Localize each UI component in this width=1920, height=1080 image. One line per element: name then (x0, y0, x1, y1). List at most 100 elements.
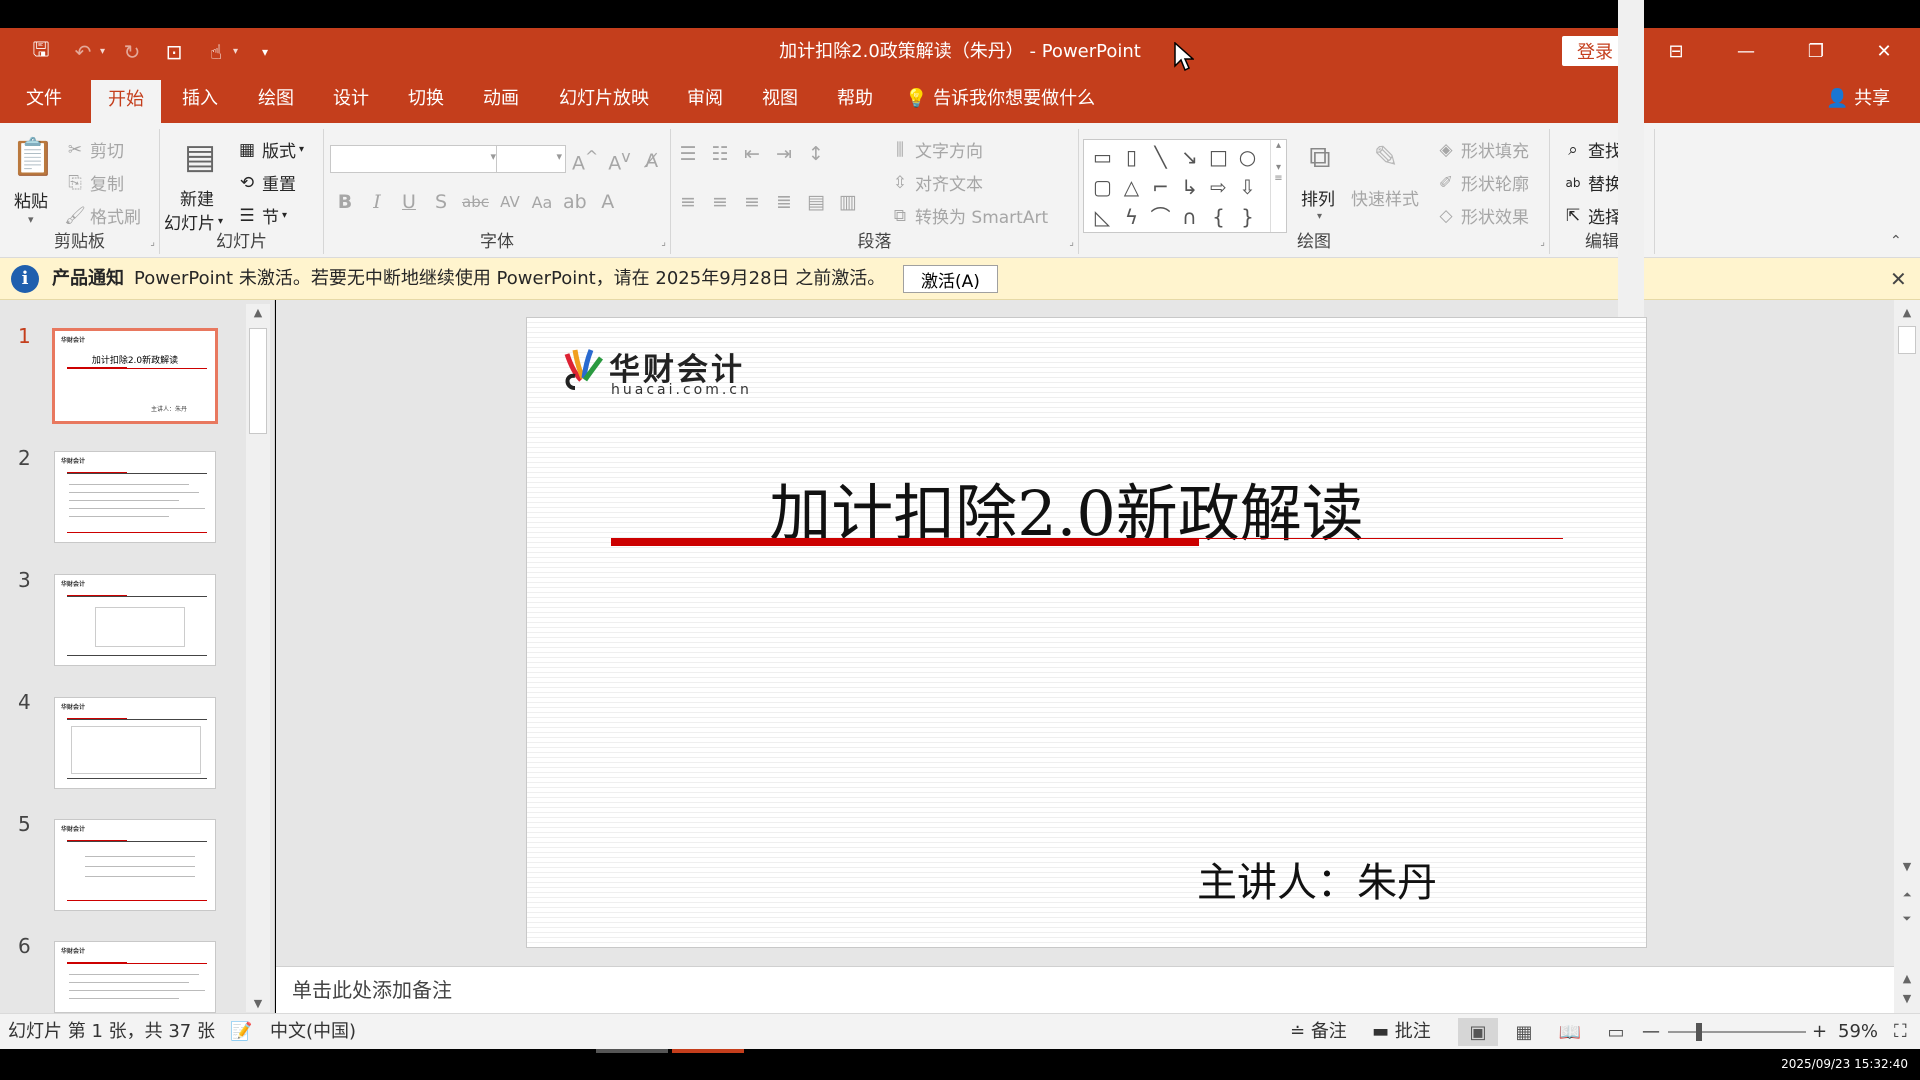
smartart-button[interactable]: ⧉ 转换为 SmartArt (889, 203, 1048, 229)
line-shape-icon[interactable]: ╲ (1146, 142, 1175, 172)
line-spacing-icon[interactable]: ↕ (805, 143, 827, 165)
new-slide-icon[interactable]: ▤ (176, 133, 224, 181)
copy-button[interactable]: ⎘ 复制 (64, 170, 124, 196)
font-color-icon[interactable]: A (597, 191, 619, 213)
save-icon[interactable]: 🖫 (26, 37, 56, 67)
slide-canvas[interactable]: 华财会计 huacai.com.cn 加计扣除2.0新政解读 主讲人：朱丹 (526, 317, 1647, 948)
thumbnails-scrollbar[interactable]: ▲ ▼ (246, 304, 270, 1012)
increase-indent-icon[interactable]: ⇥ (773, 143, 795, 165)
shape-outline-button[interactable]: ✐ 形状轮廓 (1435, 170, 1529, 196)
scroll-down-icon[interactable]: ▼ (246, 997, 270, 1010)
elbow-connector-shape-icon[interactable]: ⌐ (1146, 172, 1175, 202)
drawing-launcher-icon[interactable]: ⌟ (1540, 237, 1545, 248)
slide-thumbnail-6[interactable]: 华财会计 (54, 941, 216, 1013)
slide-thumbnail-4[interactable]: 华财会计 (54, 697, 216, 789)
quick-styles-button[interactable]: 快速样式 (1351, 185, 1419, 210)
collapse-ribbon-icon[interactable]: ⌃ (1890, 233, 1902, 249)
taskbar-powerpoint-indicator[interactable] (672, 1049, 744, 1053)
restore-icon[interactable]: ❐ (1788, 28, 1844, 75)
arrange-icon[interactable]: ⧉ (1297, 135, 1343, 179)
arrange-dropdown-icon[interactable]: ▾ (1317, 211, 1322, 222)
vertical-textbox-shape-icon[interactable]: ▯ (1117, 142, 1146, 172)
touch-mode-dropdown-icon[interactable]: ▾ (233, 46, 238, 57)
editor-scrollbar[interactable]: ▲ ▼ ⏶ ⏷ (1894, 300, 1920, 966)
align-left-icon[interactable]: ≡ (677, 191, 699, 213)
normal-view-icon[interactable]: ▣ (1458, 1018, 1498, 1046)
section-button[interactable]: ☰ 节 ▾ (236, 203, 287, 229)
align-text-button[interactable]: ⇳ 对齐文本 (889, 170, 983, 196)
tab-insert[interactable]: 插入 (174, 75, 226, 123)
spelling-check-icon[interactable]: 📝 (230, 1014, 252, 1050)
language-indicator[interactable]: 中文(中国) (270, 1014, 356, 1050)
char-spacing-icon[interactable]: AV (499, 193, 521, 211)
undo-icon[interactable]: ↶ (68, 37, 98, 67)
shapes-gallery[interactable]: ▭ ▯ ╲ ↘ □ ○ ▢ △ ⌐ ↳ ⇨ ⇩ ◺ ϟ ⌒ ∩ { } ▴ ▾ ≡ (1083, 139, 1287, 233)
change-case-icon[interactable]: Aa (531, 193, 553, 212)
font-name-combo[interactable] (330, 145, 500, 173)
shapes-gallery-scroll[interactable]: ▴ ▾ ≡ (1270, 140, 1286, 232)
tab-review[interactable]: 审阅 (679, 75, 731, 123)
tab-draw[interactable]: 绘图 (250, 75, 302, 123)
tab-help[interactable]: 帮助 (829, 75, 881, 123)
ribbon-display-options-icon[interactable]: ⊟ (1648, 28, 1704, 75)
zoom-in-icon[interactable]: + (1812, 1014, 1827, 1050)
previous-slide-icon[interactable]: ⏶ (1894, 888, 1920, 902)
redo-icon[interactable]: ↻ (117, 37, 147, 67)
cut-button[interactable]: ✂ 剪切 (64, 137, 124, 163)
editor-scroll-thumb[interactable] (1898, 326, 1916, 354)
clear-formatting-icon[interactable]: A̸ (641, 150, 663, 172)
align-center-icon[interactable]: ≡ (709, 191, 731, 213)
reading-view-icon[interactable]: 📖 (1550, 1018, 1590, 1046)
tab-transitions[interactable]: 切换 (400, 75, 452, 123)
underline-icon[interactable]: U (398, 191, 420, 213)
activate-button[interactable]: 激活(A) (903, 265, 998, 293)
fit-to-window-icon[interactable]: ⛶ (1894, 1014, 1907, 1050)
taskbar-app-indicator[interactable] (596, 1049, 668, 1053)
bullets-icon[interactable]: ☰ (677, 143, 699, 165)
tab-home[interactable]: 开始 (91, 80, 161, 123)
touch-mode-icon[interactable]: ☝ (201, 37, 231, 67)
paste-icon[interactable]: 📋 (10, 133, 56, 181)
share-button[interactable]: 👤 共享 (1826, 75, 1890, 123)
notes-toggle[interactable]: ≐ 备注 (1290, 1014, 1347, 1050)
tab-design[interactable]: 设计 (325, 75, 377, 123)
distributed-icon[interactable]: ▤ (805, 191, 827, 213)
slide-thumbnail-3[interactable]: 华财会计 (54, 574, 216, 666)
notice-close-icon[interactable]: ✕ (1890, 258, 1907, 300)
textbox-shape-icon[interactable]: ▭ (1088, 142, 1117, 172)
reset-button[interactable]: ⟲ 重置 (236, 170, 296, 196)
slide-thumbnail-5[interactable]: 华财会计 (54, 819, 216, 911)
arrange-button[interactable]: 排列 (1301, 185, 1335, 210)
format-painter-button[interactable]: 🖌 格式刷 (64, 203, 141, 229)
arrow-line-shape-icon[interactable]: ↘ (1175, 142, 1204, 172)
scroll-up-icon[interactable]: ▲ (246, 306, 270, 319)
slide-speaker[interactable]: 主讲人：朱丹 (1197, 850, 1437, 908)
thumbnails-scroll-thumb[interactable] (249, 328, 267, 434)
decrease-font-icon[interactable]: Av (608, 147, 630, 174)
clipboard-launcher-icon[interactable]: ⌟ (150, 237, 155, 248)
quick-styles-icon[interactable]: ✎ (1363, 135, 1409, 179)
notes-scroll-down-icon[interactable]: ▼ (1894, 992, 1920, 1005)
notes-scrollbar[interactable]: ▲ ▼ (1894, 966, 1920, 1013)
tab-animations[interactable]: 动画 (475, 75, 527, 123)
zoom-slider-track[interactable] (1668, 1031, 1806, 1033)
close-icon[interactable]: ✕ (1856, 28, 1912, 75)
bold-icon[interactable]: B (334, 191, 356, 213)
tell-me-search[interactable]: 💡 告诉我你想要做什么 (905, 75, 1095, 123)
justify-icon[interactable]: ≣ (773, 191, 795, 213)
rectangle-shape-icon[interactable]: □ (1204, 142, 1233, 172)
strikethrough-icon[interactable]: abc (462, 193, 489, 211)
paste-button[interactable]: 粘贴 (14, 187, 48, 212)
tab-slideshow[interactable]: 幻灯片放映 (551, 75, 657, 123)
highlight-icon[interactable]: ab (563, 191, 587, 213)
right-arrow-shape-icon[interactable]: ⇨ (1204, 172, 1233, 202)
notes-pane[interactable]: 单击此处添加备注 (276, 966, 1894, 1013)
comments-toggle[interactable]: ▬ 批注 (1372, 1014, 1431, 1050)
numbering-icon[interactable]: ☷ (709, 143, 731, 165)
paragraph-launcher-icon[interactable]: ⌟ (1069, 237, 1074, 248)
tab-file[interactable]: 文件 (18, 75, 70, 123)
present-from-beginning-icon[interactable]: ⊡ (159, 37, 189, 67)
elbow-arrow-shape-icon[interactable]: ↳ (1175, 172, 1204, 202)
triangle-shape-icon[interactable]: △ (1117, 172, 1146, 202)
shape-fill-button[interactable]: ◈ 形状填充 (1435, 137, 1529, 163)
